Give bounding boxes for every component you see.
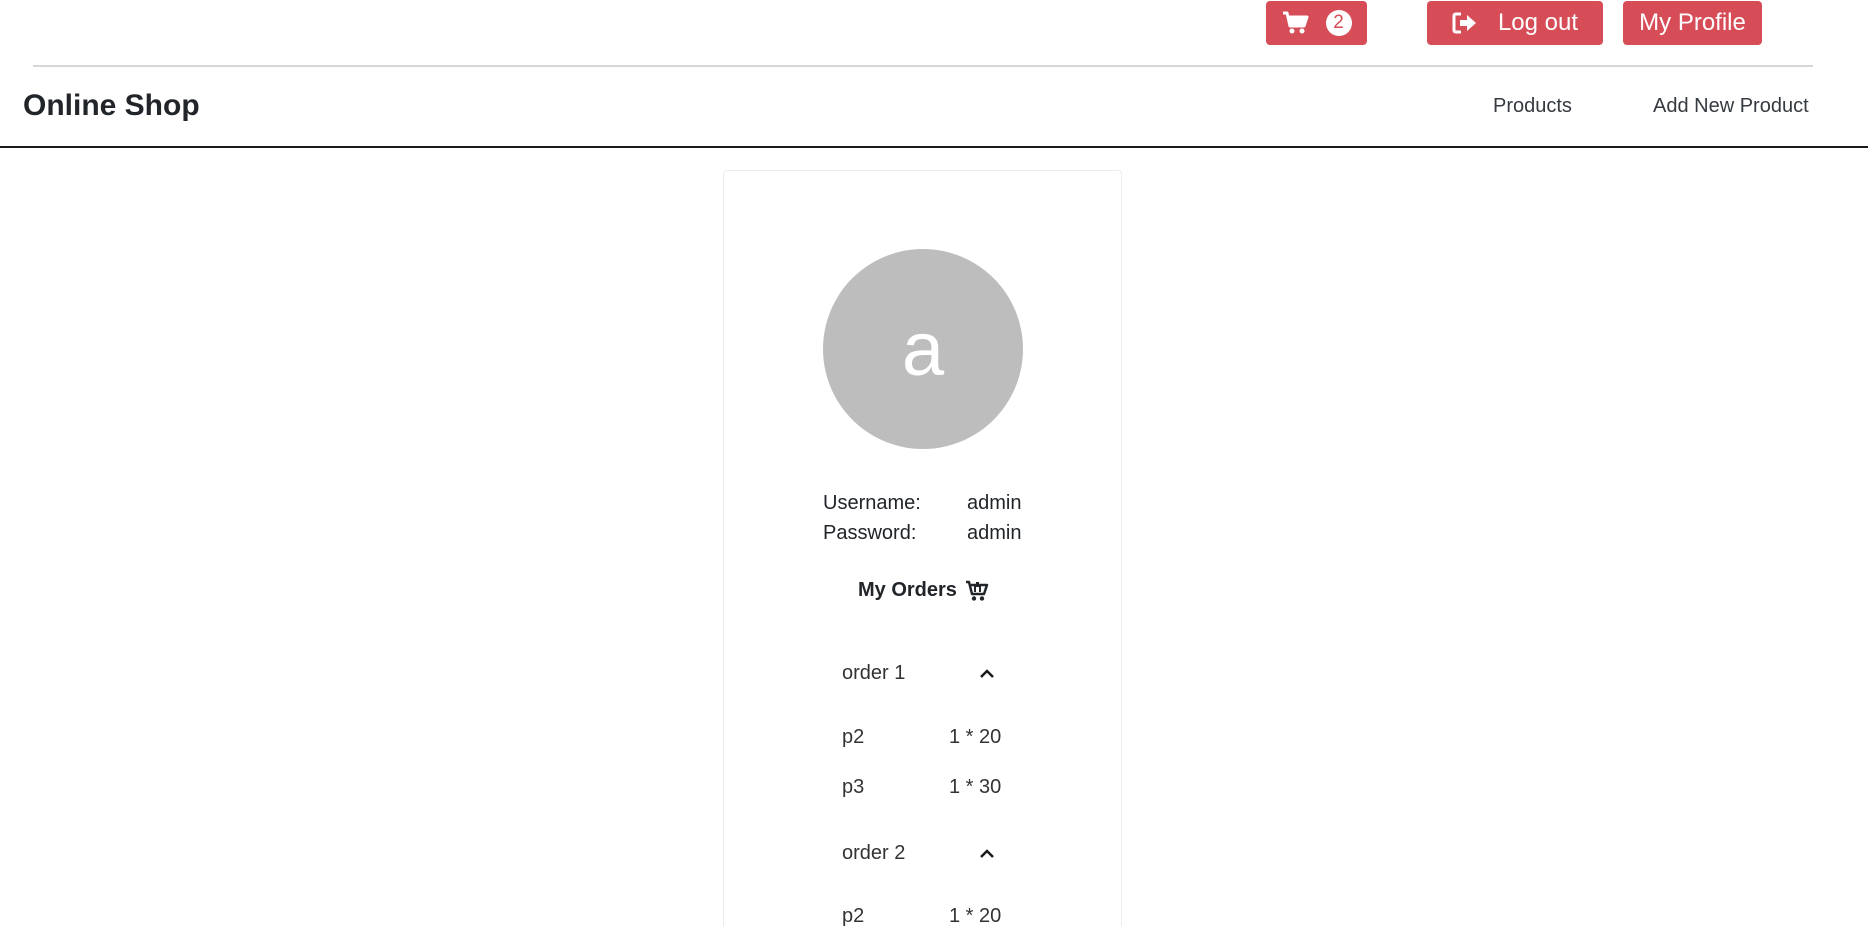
- chevron-up-icon[interactable]: [978, 666, 996, 680]
- cart-icon: [1282, 11, 1310, 35]
- cart-button[interactable]: 2: [1266, 1, 1367, 45]
- logout-label: Log out: [1497, 9, 1579, 36]
- chevron-up-icon[interactable]: [978, 846, 996, 860]
- username-label: Username:: [823, 492, 921, 514]
- order-name: order 2: [842, 842, 906, 864]
- order-item-quantity: 1 * 20: [949, 905, 1002, 926]
- order-item-row: p3 1 * 30: [842, 776, 1022, 802]
- navbar: Online Shop Products Add New Product: [0, 67, 1868, 147]
- cart-icon: [965, 580, 989, 602]
- top-action-bar: 2 Log out My Profile: [0, 0, 1868, 46]
- order-toggle[interactable]: order 2: [842, 842, 1022, 872]
- avatar: a: [823, 249, 1023, 449]
- nav-link-products[interactable]: Products: [1493, 95, 1572, 118]
- password-label: Password:: [823, 522, 917, 544]
- order-item-product: p2: [842, 905, 865, 926]
- my-orders-label: My Orders: [858, 579, 957, 601]
- order-item-quantity: 1 * 20: [949, 726, 1002, 748]
- order-item-product: p2: [842, 726, 865, 748]
- order-item-product: p3: [842, 776, 865, 798]
- logout-icon: [1452, 11, 1478, 35]
- order-item-row: p2 1 * 20: [842, 726, 1022, 752]
- nav-link-add-new-product[interactable]: Add New Product: [1653, 95, 1809, 118]
- username-value: admin: [967, 492, 1022, 514]
- order-item-quantity: 1 * 30: [949, 776, 1002, 798]
- my-profile-button[interactable]: My Profile: [1623, 1, 1762, 45]
- order-item-row: p2 1 * 20: [842, 905, 1022, 926]
- avatar-letter: a: [901, 306, 945, 392]
- password-value: admin: [967, 522, 1022, 544]
- page: 2 Log out My Profile Online Shop Product…: [0, 0, 1868, 926]
- brand-title[interactable]: Online Shop: [23, 89, 200, 123]
- navbar-border: [0, 146, 1868, 148]
- cart-count-badge: 2: [1325, 10, 1352, 36]
- my-orders-heading: My Orders: [858, 579, 989, 602]
- order-name: order 1: [842, 662, 906, 684]
- order-toggle[interactable]: order 1: [842, 662, 1022, 692]
- logout-button[interactable]: Log out: [1427, 1, 1603, 45]
